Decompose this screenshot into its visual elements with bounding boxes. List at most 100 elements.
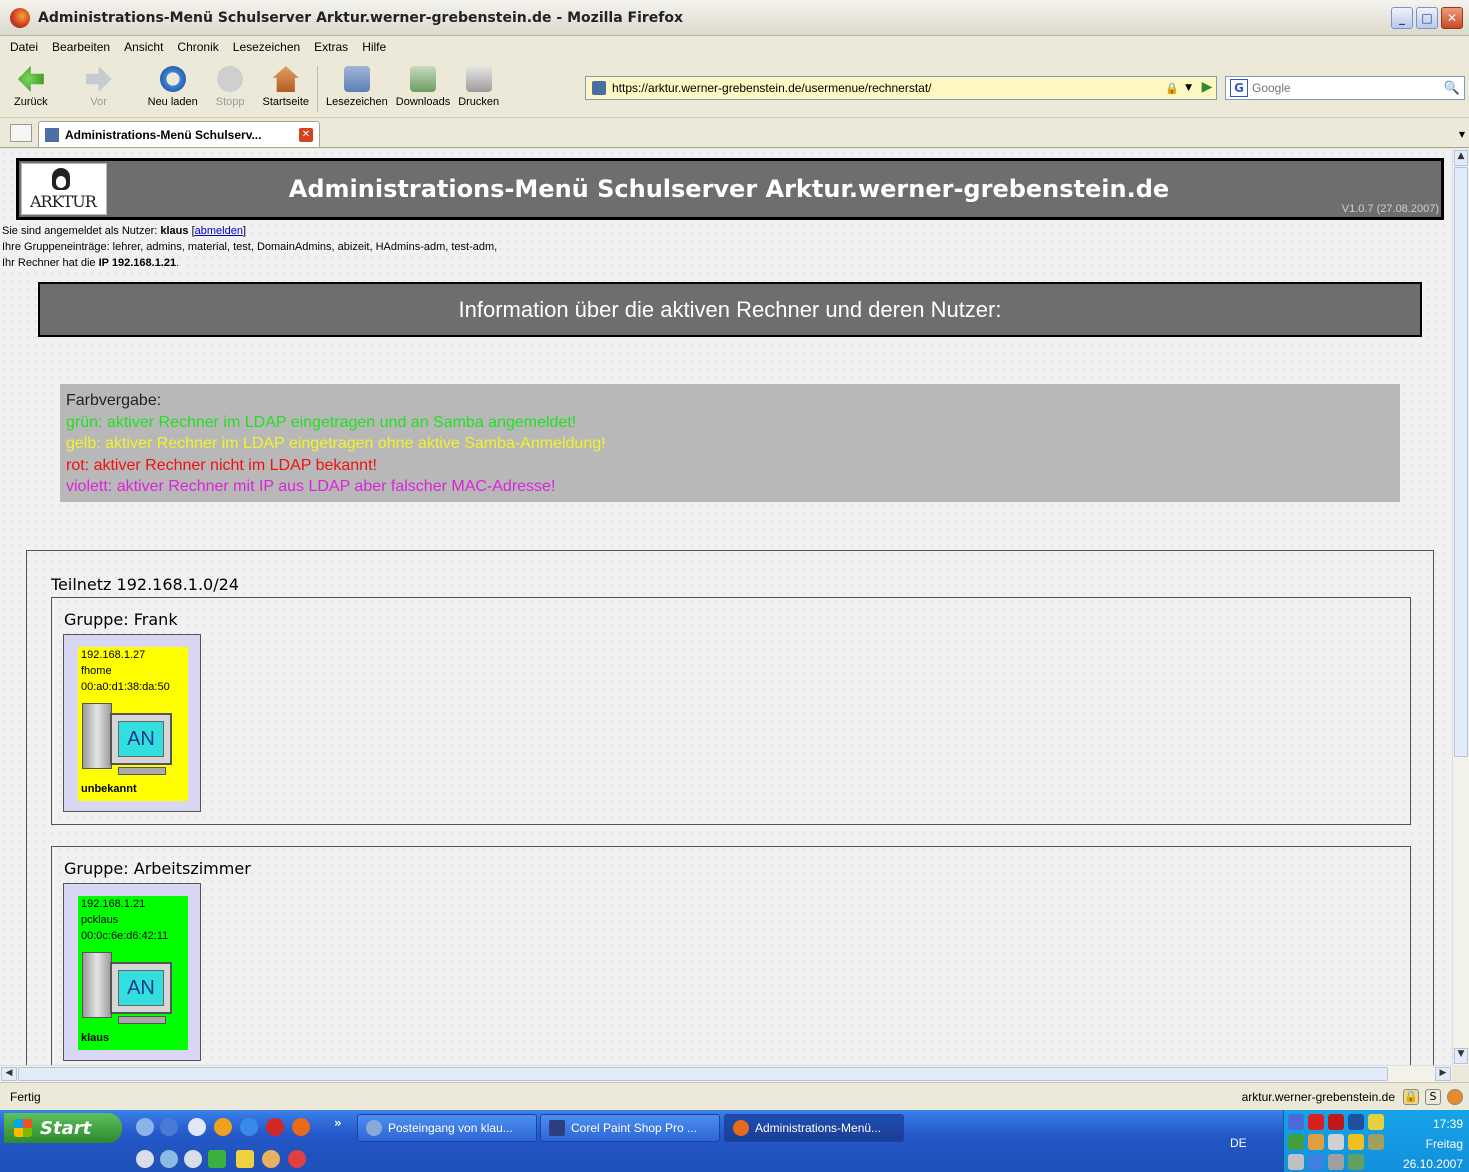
tray-clock[interactable]: 17:39 Freitag 26.10.2007 <box>1403 1114 1463 1172</box>
taskbar-item-mail[interactable]: Posteingang von klau... <box>357 1114 537 1142</box>
logout-link[interactable]: abmelden <box>195 225 243 237</box>
bookmarks-button[interactable]: Lesezeichen <box>326 58 388 108</box>
new-tab-icon[interactable] <box>10 124 32 142</box>
home-icon <box>272 66 299 92</box>
quicklaunch-app-icon[interactable] <box>188 1118 206 1136</box>
quicklaunch-app-icon[interactable] <box>214 1118 232 1136</box>
tab-favicon-icon <box>45 127 59 142</box>
close-button[interactable]: ✕ <box>1441 6 1463 29</box>
tab-close-icon[interactable]: ✕ <box>299 127 313 142</box>
subnet-panel: Teilnetz 192.168.1.0/24 Gruppe: Frank 19… <box>26 550 1434 1065</box>
tray-app-icon[interactable] <box>1348 1154 1364 1170</box>
print-label: Drucken <box>458 96 500 108</box>
tab-list-dropdown-icon[interactable]: ▼ <box>1459 130 1465 139</box>
menu-hilfe[interactable]: Hilfe <box>362 40 386 54</box>
host-ip: 192.168.1.21 <box>81 898 146 910</box>
quicklaunch-app-icon[interactable] <box>208 1150 226 1168</box>
user-prefix: Sie sind angemeldet als Nutzer: <box>2 225 161 237</box>
scroll-right-icon[interactable]: ▶ <box>1435 1067 1451 1081</box>
start-button[interactable]: Start <box>4 1113 122 1143</box>
go-arrow-icon[interactable]: ▶ <box>1198 79 1216 97</box>
menu-datei[interactable]: Datei <box>10 40 38 54</box>
vertical-scroll-thumb[interactable] <box>1454 167 1468 757</box>
quicklaunch-more-icon[interactable]: » <box>334 1116 342 1130</box>
menu-chronik[interactable]: Chronik <box>177 40 218 54</box>
taskbar-item-paintshop[interactable]: Corel Paint Shop Pro ... <box>540 1114 720 1142</box>
tray-app-icon[interactable] <box>1308 1154 1324 1170</box>
firefox-status-icon[interactable] <box>1447 1088 1463 1105</box>
downloads-button[interactable]: Downloads <box>396 58 450 108</box>
firefox-quicklaunch-icon[interactable] <box>292 1118 310 1136</box>
ip-prefix: Ihr Rechner hat die <box>2 257 99 269</box>
quicklaunch-app-icon[interactable] <box>262 1150 280 1168</box>
tray-app-icon[interactable] <box>1288 1134 1304 1150</box>
tray-pdf-icon[interactable] <box>1308 1114 1324 1130</box>
menu-ansicht[interactable]: Ansicht <box>124 40 163 54</box>
quicklaunch-app-icon[interactable] <box>160 1118 178 1136</box>
quicklaunch-app-icon[interactable] <box>136 1150 154 1168</box>
search-icon[interactable]: 🔍 <box>1444 81 1460 96</box>
status-host: arktur.werner-grebenstein.de <box>1241 1089 1395 1104</box>
tray-isdn-icon[interactable] <box>1348 1114 1364 1130</box>
forward-button[interactable]: Vor <box>85 58 112 108</box>
host-mac: 00:0c:6e:d6:42:11 <box>81 930 169 942</box>
scroll-up-icon[interactable]: ▲ <box>1454 150 1468 166</box>
tray-ati-icon[interactable] <box>1328 1114 1344 1130</box>
quicklaunch-app-icon[interactable] <box>266 1118 284 1136</box>
tray-monitor-icon[interactable] <box>1368 1114 1384 1130</box>
home-button[interactable]: Startseite <box>263 58 309 108</box>
quicklaunch-app-icon[interactable] <box>288 1150 306 1168</box>
search-input[interactable] <box>1252 81 1422 95</box>
vertical-scrollbar[interactable]: ▲ ▼ <box>1452 149 1469 1065</box>
quicklaunch-app-icon[interactable] <box>136 1118 154 1136</box>
tray-app-icon[interactable] <box>1308 1134 1324 1150</box>
horizontal-scrollbar[interactable]: ◀ ▶ <box>0 1065 1452 1082</box>
tray-app-icon[interactable] <box>1348 1134 1364 1150</box>
stop-icon <box>217 66 244 92</box>
url-dropdown-icon[interactable]: ▼ <box>1185 83 1192 93</box>
menu-lesezeichen[interactable]: Lesezeichen <box>233 40 300 54</box>
host-card[interactable]: 192.168.1.21 pcklaus 00:0c:6e:d6:42:11 A… <box>63 883 201 1061</box>
maximize-button[interactable]: □ <box>1416 6 1438 29</box>
tray-app-icon[interactable] <box>1328 1154 1344 1170</box>
scroll-down-icon[interactable]: ▼ <box>1454 1048 1468 1064</box>
legend-title: Farbvergabe: <box>66 392 162 409</box>
search-bar[interactable]: G 🔍 <box>1225 76 1465 100</box>
minimize-button[interactable]: _ <box>1391 6 1413 29</box>
site-lock-icon[interactable]: 🔒 <box>1403 1088 1419 1105</box>
url-text[interactable]: https://arktur.werner-grebenstein.de/use… <box>612 81 1165 95</box>
reload-button[interactable]: Neu laden <box>148 58 198 108</box>
url-bar[interactable]: https://arktur.werner-grebenstein.de/use… <box>585 76 1217 100</box>
back-button[interactable]: Zurück <box>14 58 48 108</box>
clock-time: 17:39 <box>1432 1117 1463 1131</box>
page-viewport: ARKTUR Administrations-Menü Schulserver … <box>0 149 1452 1065</box>
tray-app-icon[interactable] <box>1328 1134 1344 1150</box>
tray-app-icon[interactable] <box>1368 1134 1384 1150</box>
host-card[interactable]: 192.168.1.27 fhome 00:a0:d1:38:da:50 AN … <box>63 634 201 812</box>
host-name: fhome <box>81 665 112 677</box>
quicklaunch-app-icon[interactable] <box>160 1150 178 1168</box>
tab-admin-menu[interactable]: Administrations-Menü Schulserv... ✕ <box>38 121 320 147</box>
horizontal-scroll-thumb[interactable] <box>18 1067 1388 1081</box>
ie-icon[interactable] <box>240 1118 258 1136</box>
security-lock-icon[interactable]: 🔒 <box>1165 82 1179 95</box>
arktur-logo: ARKTUR <box>21 163 107 215</box>
menu-extras[interactable]: Extras <box>314 40 348 54</box>
tray-app-icon[interactable] <box>1288 1154 1304 1170</box>
print-button[interactable]: Drucken <box>458 58 499 108</box>
tray-app-icon[interactable] <box>1288 1114 1304 1130</box>
menu-bearbeiten[interactable]: Bearbeiten <box>52 40 110 54</box>
stop-button[interactable]: Stopp <box>216 58 245 108</box>
scroll-left-icon[interactable]: ◀ <box>1 1067 17 1081</box>
quicklaunch-app-icon[interactable] <box>236 1150 254 1168</box>
language-indicator[interactable]: DE <box>1230 1136 1247 1150</box>
quicklaunch-app-icon[interactable] <box>184 1150 202 1168</box>
menubar: Datei Bearbeiten Ansicht Chronik Lesezei… <box>0 36 1469 58</box>
group-title: Gruppe: Frank <box>64 610 178 629</box>
tab-title: Administrations-Menü Schulserv... <box>65 127 262 142</box>
google-engine-icon[interactable]: G <box>1230 79 1248 97</box>
taskbar-item-firefox[interactable]: Administrations-Menü... <box>724 1114 904 1142</box>
computer-icon: AN <box>82 699 174 779</box>
s-addon-icon[interactable]: S <box>1425 1088 1441 1105</box>
back-label: Zurück <box>14 96 48 108</box>
